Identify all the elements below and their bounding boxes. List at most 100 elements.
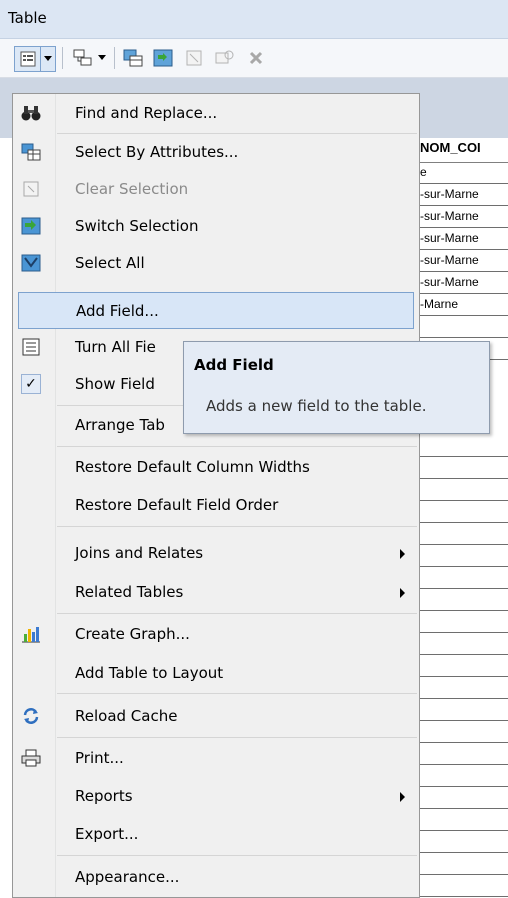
clear-selection-button[interactable] [182,46,206,70]
menu-item-label: Export... [75,825,139,843]
checkmark-icon: ✓ [21,374,41,394]
select-by-attributes-icon [123,49,143,67]
menu-item-export[interactable]: Export... [13,816,419,853]
select-by-attributes-button[interactable] [120,46,146,70]
table-cell[interactable] [420,677,508,699]
table-cell[interactable] [420,875,508,897]
table-cell[interactable] [420,523,508,545]
menu-item-switch-selection[interactable]: Switch Selection [13,208,419,245]
switch-selection-button[interactable] [150,46,176,70]
column-header[interactable]: NOM_COI [420,140,508,163]
menu-item-reload-cache[interactable]: Reload Cache [13,698,419,735]
menu-item-label: Show Field [75,375,155,393]
menu-separator [57,446,417,447]
menu-separator [57,693,417,694]
related-tables-dropdown[interactable] [96,46,108,70]
menu-item-joins-relates[interactable]: Joins and Relates [13,535,419,572]
table-cell[interactable] [420,699,508,721]
select-all-icon [21,253,41,273]
menu-item-label: Reload Cache [75,707,178,725]
menu-separator [57,737,417,738]
menu-item-label: Restore Default Column Widths [75,458,310,476]
menu-item-label: Joins and Relates [75,544,204,562]
table-cell[interactable] [420,765,508,787]
table-cell[interactable] [420,501,508,523]
menu-item-label: Clear Selection [75,180,189,198]
menu-item-label: Create Graph... [75,625,190,643]
menu-item-label: Select By Attributes... [75,143,239,161]
zoom-to-selected-button[interactable] [212,46,238,70]
tooltip-body: Adds a new field to the table. [206,397,427,415]
window-title: Table [8,9,47,27]
menu-item-create-graph[interactable]: Create Graph... [13,616,419,653]
table-cell[interactable] [420,787,508,809]
table-cell[interactable] [420,589,508,611]
table-cell[interactable]: -sur-Marne [420,272,508,294]
table-cell[interactable] [420,545,508,567]
toolbar-separator [62,47,63,69]
table-cell[interactable] [420,743,508,765]
menu-item-clear-selection[interactable]: Clear Selection [13,171,419,208]
menu-item-label: Restore Default Field Order [75,496,279,514]
menu-item-label: Related Tables [75,583,184,601]
menu-separator [57,526,417,527]
switch-selection-icon [153,49,173,67]
table-cell[interactable] [420,316,508,338]
table-cell[interactable]: -sur-Marne [420,228,508,250]
table-cell[interactable] [420,457,508,479]
bar-chart-icon [21,624,41,644]
chevron-down-icon [44,56,52,61]
menu-item-appearance[interactable]: Appearance... [13,859,419,896]
table-cell[interactable] [420,721,508,743]
menu-item-label: Reports [75,787,133,805]
clear-selection-icon [186,50,202,66]
field-list-icon [21,337,41,357]
table-options-button[interactable] [14,46,42,72]
table-options-menu: Find and Replace... Select By Attributes… [12,93,420,898]
menu-item-label: Arrange Tab [75,416,165,434]
menu-item-add-table-layout[interactable]: Add Table to Layout [13,655,419,692]
table-cell[interactable] [420,831,508,853]
menu-item-label: Print... [75,749,124,767]
menu-item-select-all[interactable]: Select All [13,245,419,282]
submenu-arrow-icon [400,792,405,802]
table-cell[interactable] [420,655,508,677]
related-tables-icon [73,49,92,66]
table-cell[interactable] [420,853,508,875]
table-cell[interactable] [420,809,508,831]
table-cell[interactable]: e [420,162,508,184]
delete-selected-button[interactable] [244,46,268,70]
table-cell[interactable]: -sur-Marne [420,184,508,206]
menu-item-restore-column-widths[interactable]: Restore Default Column Widths [13,449,419,486]
table-options-dropdown[interactable] [40,46,56,72]
menu-item-label: Appearance... [75,868,180,886]
related-tables-button[interactable] [70,46,96,70]
table-cell[interactable]: -sur-Marne [420,250,508,272]
table-cell[interactable]: -Marne [420,294,508,316]
toolbar-separator [114,47,115,69]
menu-item-label: Find and Replace... [75,104,218,122]
tooltip-title: Add Field [194,356,274,374]
binoculars-icon [21,103,41,123]
table-cell[interactable] [420,567,508,589]
submenu-arrow-icon [400,549,405,559]
table-cell[interactable] [420,435,508,457]
table-cell[interactable] [420,611,508,633]
menu-item-related-tables[interactable]: Related Tables [13,574,419,611]
menu-separator [57,855,417,856]
menu-item-select-by-attributes[interactable]: Select By Attributes... [13,134,419,171]
menu-item-restore-field-order[interactable]: Restore Default Field Order [13,487,419,524]
printer-icon [21,748,41,768]
zoom-to-selected-icon [215,50,234,64]
menu-item-find-replace[interactable]: Find and Replace... [13,95,419,132]
menu-item-reports[interactable]: Reports [13,778,419,815]
clear-selection-icon [21,179,41,199]
table-cell[interactable]: -sur-Marne [420,206,508,228]
menu-item-print[interactable]: Print... [13,740,419,777]
menu-item-add-field[interactable]: Add Field... [18,292,414,329]
table-cell[interactable] [420,633,508,655]
switch-selection-icon [21,216,41,236]
menu-separator [57,613,417,614]
select-by-attributes-icon [21,142,41,162]
table-cell[interactable] [420,479,508,501]
